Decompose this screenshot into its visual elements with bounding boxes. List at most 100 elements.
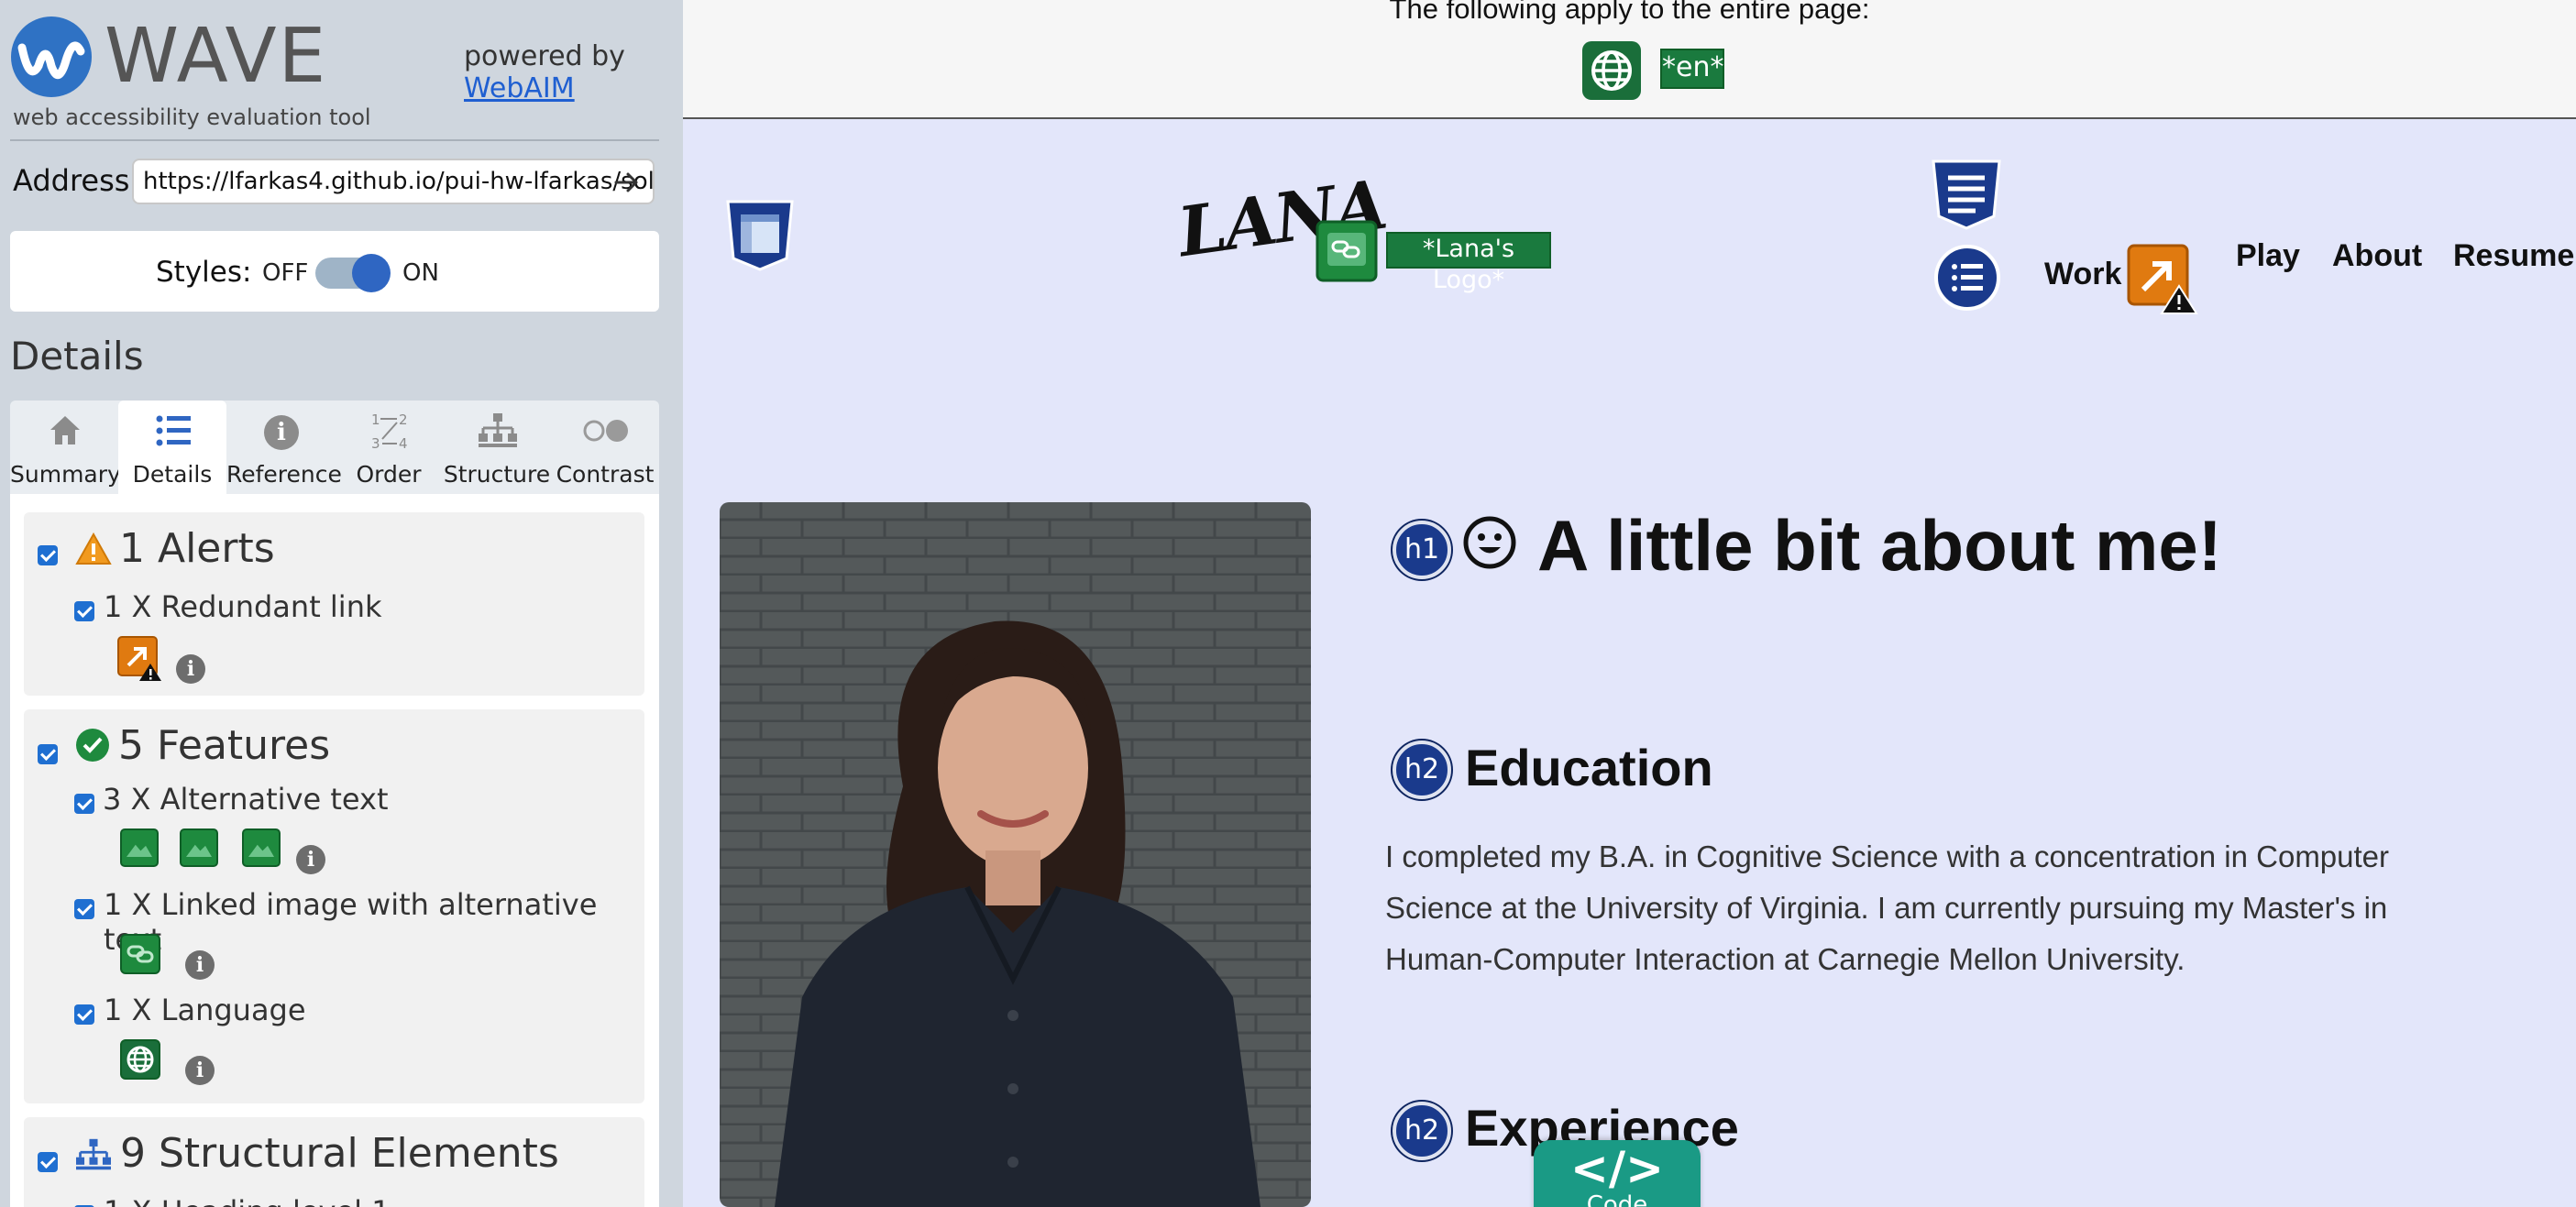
redundant-link-checkbox[interactable] xyxy=(74,601,94,621)
profile-photo xyxy=(720,502,1311,1207)
navigation-region-icon[interactable] xyxy=(1930,158,2003,231)
tab-label: Reference xyxy=(226,461,342,488)
home-icon xyxy=(50,416,80,444)
heading-badge-h2[interactable]: h2 xyxy=(1393,741,1451,799)
nav-link-work[interactable]: Work xyxy=(2044,257,2121,292)
info-icon[interactable]: i xyxy=(176,654,205,684)
page-notice-text: The following apply to the entire page: xyxy=(1389,0,1870,25)
info-icon[interactable]: i xyxy=(185,950,215,980)
toggle-knob xyxy=(352,254,391,292)
education-line: I completed my B.A. in Cognitive Science… xyxy=(1385,839,2390,873)
education-line: Science at the University of Virginia. I… xyxy=(1385,891,2388,925)
heading-badge-h1[interactable]: h1 xyxy=(1393,521,1451,579)
logo-alt-label: *Lana's Logo* xyxy=(1386,232,1551,294)
page-heading: A little bit about me! xyxy=(1537,505,2222,586)
order-icon: 1 2 3 4 xyxy=(371,411,408,452)
divider xyxy=(10,139,659,141)
svg-text:4: 4 xyxy=(399,435,408,452)
structure-heading: 9 Structural Elements xyxy=(120,1130,559,1177)
list-icon xyxy=(156,415,191,446)
alert-triangle-icon xyxy=(75,532,112,565)
tab-order[interactable]: 1 2 3 4 Order xyxy=(335,401,443,494)
details-panel: 1 Alerts 1 X Redundant link i 5 Features… xyxy=(10,494,659,1207)
wave-logo-text: WAVE xyxy=(105,13,328,100)
code-toggle-button[interactable]: </> Code xyxy=(1534,1140,1701,1207)
structure-group: 9 Structural Elements 1 X Heading level … xyxy=(24,1117,644,1207)
education-heading: Education xyxy=(1465,739,1713,796)
smiley-icon xyxy=(1463,516,1516,569)
info-icon: i xyxy=(264,415,299,450)
nav-link-resume[interactable]: Resume xyxy=(2453,238,2574,274)
tab-label: Summary xyxy=(10,461,121,488)
tab-bar: Summary Details i Reference 1 2 3 4 Orde… xyxy=(10,401,659,494)
wave-logo-icon xyxy=(11,16,92,97)
tab-summary[interactable]: Summary xyxy=(10,401,121,494)
arrow-right-icon[interactable] xyxy=(612,168,642,197)
header-region-icon[interactable] xyxy=(722,198,798,273)
styles-toggle-panel: Styles: OFF ON xyxy=(10,231,659,312)
tab-label: Structure xyxy=(443,461,551,488)
tab-label: Order xyxy=(356,461,422,488)
education-paragraph: I completed my B.A. in Cognitive Science… xyxy=(1385,831,2576,985)
tab-reference[interactable]: i Reference xyxy=(226,401,342,494)
evaluated-page: The following apply to the entire page: … xyxy=(683,0,2576,1207)
styles-label: Styles: xyxy=(156,256,252,289)
svg-text:2: 2 xyxy=(399,411,408,428)
image-alt-icon[interactable] xyxy=(120,828,159,867)
tab-label: Details xyxy=(132,461,213,488)
tab-label: Contrast xyxy=(556,461,655,488)
info-icon[interactable]: i xyxy=(296,845,325,874)
styles-on-label: ON xyxy=(402,259,439,287)
nav-link-about[interactable]: About xyxy=(2332,238,2422,274)
alt-text-label: 3 X Alternative text xyxy=(103,782,389,817)
svg-text:1: 1 xyxy=(371,411,380,428)
language-label: *en* xyxy=(1660,49,1724,89)
globe-icon[interactable] xyxy=(120,1039,160,1080)
redundant-link-icon[interactable] xyxy=(2127,244,2198,315)
heading-level-1-label: 1 X Heading level 1 xyxy=(104,1194,391,1207)
features-heading: 5 Features xyxy=(118,722,331,769)
details-heading: Details xyxy=(10,334,144,379)
address-label: Address: xyxy=(13,163,140,198)
webaim-link[interactable]: WebAIM xyxy=(464,72,575,104)
code-icon: </> xyxy=(1569,1142,1665,1195)
language-label: 1 X Language xyxy=(104,993,306,1027)
image-alt-icon[interactable] xyxy=(180,828,218,867)
language-checkbox[interactable] xyxy=(74,1004,94,1025)
linked-image-label: 1 X Linked image with alternative text xyxy=(104,887,598,957)
alerts-heading: 1 Alerts xyxy=(119,525,275,572)
sitemap-icon xyxy=(76,1138,111,1170)
structure-checkbox[interactable] xyxy=(38,1152,58,1172)
redundant-link-icon[interactable] xyxy=(117,636,163,682)
code-label: Code xyxy=(1586,1191,1648,1207)
globe-icon[interactable] xyxy=(1581,40,1642,101)
linked-image-checkbox[interactable] xyxy=(74,899,94,919)
sitemap-icon xyxy=(479,413,517,447)
check-circle-icon xyxy=(76,729,109,762)
alt-text-checkbox[interactable] xyxy=(74,794,94,814)
svg-text:3: 3 xyxy=(371,435,380,452)
wave-sidebar: WAVE web accessibility evaluation tool p… xyxy=(0,0,683,1207)
address-input[interactable]: https://lfarkas4.github.io/pui-hw-lfarka… xyxy=(132,159,655,204)
image-alt-icon[interactable] xyxy=(242,828,281,867)
tab-contrast[interactable]: Contrast xyxy=(551,401,659,494)
redundant-link-label: 1 X Redundant link xyxy=(104,589,382,624)
styles-off-label: OFF xyxy=(262,259,309,287)
page-notice-bar: The following apply to the entire page: … xyxy=(683,0,2576,119)
tab-details[interactable]: Details xyxy=(118,401,226,494)
features-group: 5 Features 3 X Alternative text i 1 X Li… xyxy=(24,709,644,1103)
features-checkbox[interactable] xyxy=(38,744,58,764)
tab-structure[interactable]: Structure xyxy=(443,401,551,494)
styles-toggle[interactable] xyxy=(315,254,391,292)
heading-badge-h2[interactable]: h2 xyxy=(1393,1102,1451,1160)
nav-link-play[interactable]: Play xyxy=(2236,238,2300,274)
education-line: Human-Computer Interaction at Carnegie M… xyxy=(1385,942,2185,976)
alerts-group: 1 Alerts 1 X Redundant link i xyxy=(24,512,644,696)
list-icon[interactable] xyxy=(1933,244,2001,312)
linked-image-icon[interactable] xyxy=(1316,220,1378,282)
linked-image-icon[interactable] xyxy=(120,934,160,974)
wave-tagline: web accessibility evaluation tool xyxy=(13,104,371,130)
info-icon[interactable]: i xyxy=(185,1056,215,1085)
alerts-checkbox[interactable] xyxy=(38,545,58,565)
powered-by-text: powered by xyxy=(464,40,625,72)
